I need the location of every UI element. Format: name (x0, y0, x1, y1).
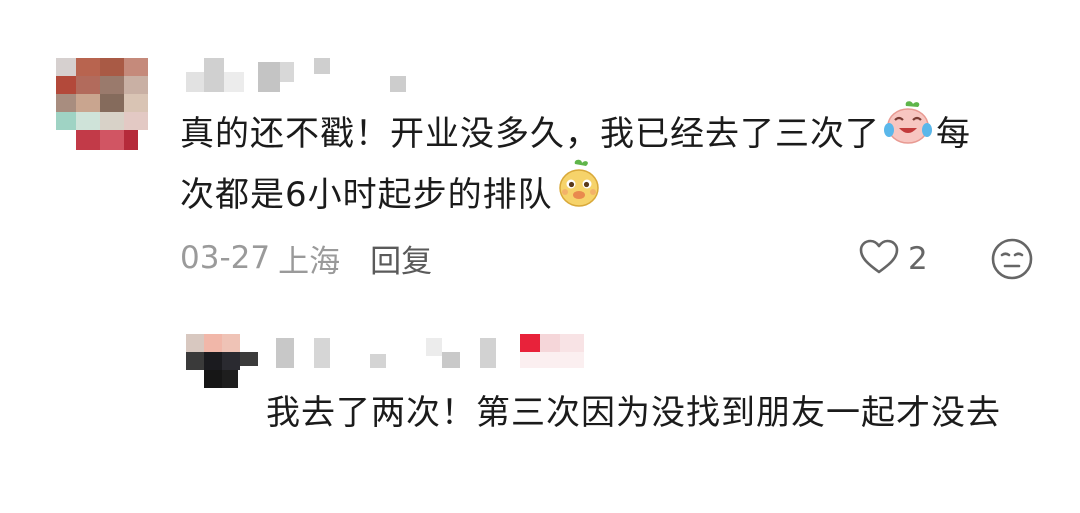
comment-2-avatar[interactable] (186, 334, 258, 390)
comment-1-avatar[interactable] (56, 58, 148, 150)
heart-outline-icon (858, 238, 900, 280)
neutral-face-icon[interactable] (990, 237, 1034, 281)
comment-1-text-line2: 次都是6小时起步的排队 (180, 175, 553, 215)
comment-1-date: 03-27 (180, 240, 271, 276)
comment-thread: 真的还不戳！开业没多久，我已经去了三次了 每 次都是6小时起步的排队 03-27… (0, 0, 1080, 513)
comment-1-text: 真的还不戳！开业没多久，我已经去了三次了 每 次都是6小时起步的排队 (180, 101, 1060, 227)
comment-1-text-line1: 真的还不戳！开业没多久，我已经去了三次了 (180, 114, 880, 154)
comment-1-location: 上海 (278, 243, 341, 280)
like-button[interactable]: 2 (858, 237, 928, 281)
comment-2-text: 我去了两次！第三次因为没找到朋友一起才没去 (266, 393, 1001, 433)
like-count: 2 (908, 241, 928, 277)
comment-2-username[interactable] (276, 334, 616, 372)
reply-button[interactable]: 回复 (370, 236, 432, 281)
crying-laughing-peach-icon (882, 98, 934, 165)
yellow-bean-face-icon (555, 158, 603, 227)
comment-1-text-line1-tail: 每 (936, 114, 971, 154)
comment-1-meta: 03-27 上海 回复 (180, 236, 432, 280)
comment-1-username[interactable] (186, 58, 416, 94)
